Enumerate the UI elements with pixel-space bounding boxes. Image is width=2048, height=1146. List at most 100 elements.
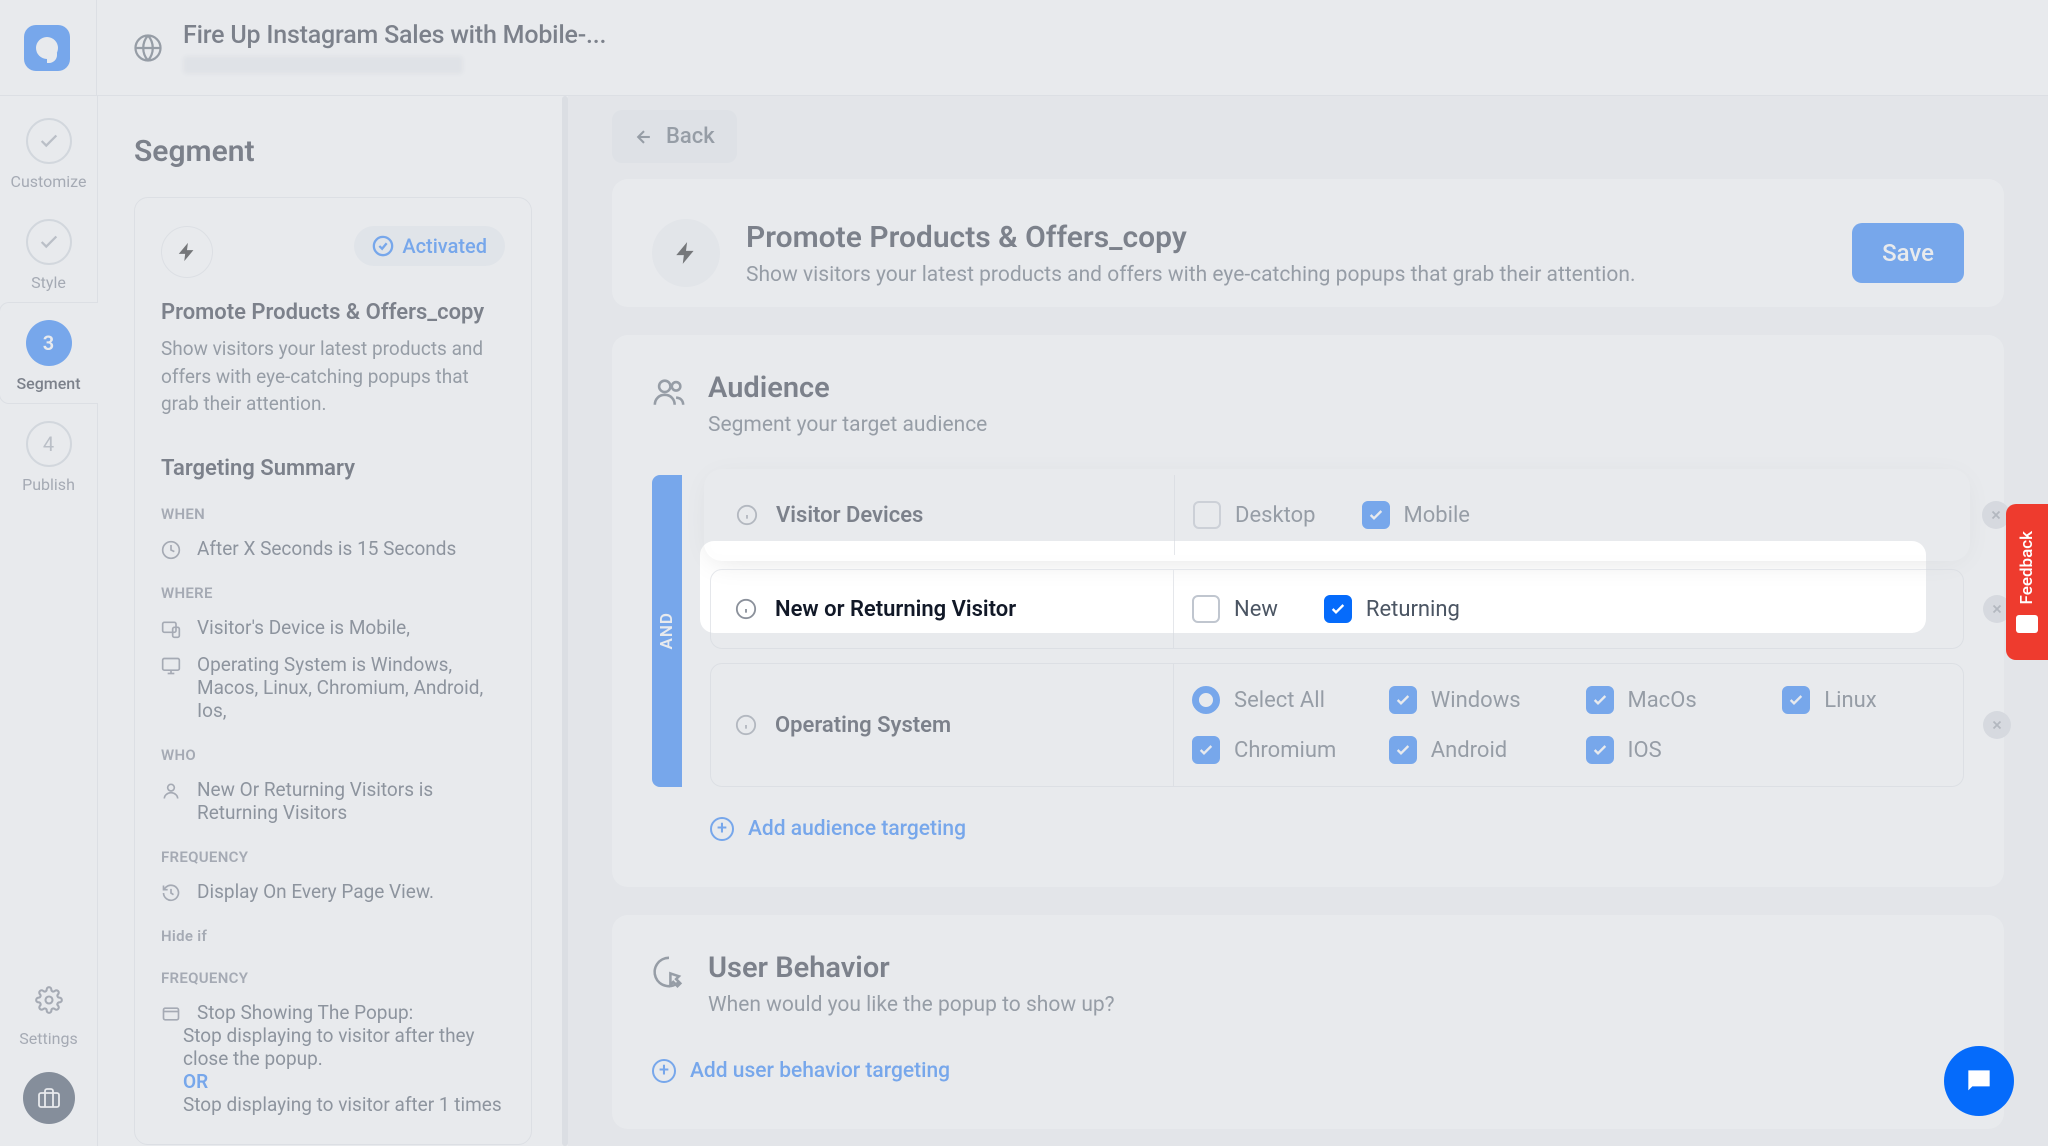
campaign-title: Promote Products & Offers_copy [746,220,1636,255]
option-label: Android [1431,738,1507,763]
targeting-rule: Operating System Select All Windows MacOs L… [710,663,1964,787]
app-logo [24,25,70,71]
audience-title: Audience [708,371,987,405]
freq-label: FREQUENCY [161,848,505,866]
stop-or: OR [183,1070,505,1093]
checkbox-icon [1782,686,1810,714]
step-publish[interactable]: 4 Publish [0,421,98,494]
checkbox-option[interactable]: Android [1389,736,1546,764]
page-subtitle-blur [183,56,463,74]
step-rail: Customize Style 3 Segment 4 Publish Sett… [0,96,98,1146]
audience-icon [652,371,686,409]
save-button[interactable]: Save [1852,223,1964,283]
checkbox-icon [1362,501,1390,529]
feedback-label: Feedback [2017,531,2037,604]
settings-label: Settings [19,1029,77,1048]
and-label: AND [657,612,677,649]
behavior-icon [652,951,686,989]
where-line2: Operating System is Windows, Macos, Linu… [197,653,505,722]
stop-line1: Stop displaying to visitor after they cl… [183,1024,505,1070]
top-bar: Fire Up Instagram Sales with Mobile-... [0,0,2048,96]
option-label: Mobile [1404,503,1470,528]
remove-rule-button[interactable] [1983,711,2011,739]
step-label: Customize [11,172,87,191]
save-label: Save [1882,239,1934,267]
checkbox-option[interactable]: Desktop [1193,501,1316,529]
feedback-icon [2016,615,2038,633]
checkbox-icon [1389,736,1417,764]
who-text: New Or Returning Visitors is Returning V… [197,778,505,824]
info-icon[interactable] [736,504,758,526]
behavior-sub: When would you like the popup to show up… [708,993,1115,1017]
checkbox-option[interactable]: Linux [1782,686,1939,714]
pill-label: Activated [402,234,487,258]
plus-icon: + [710,817,734,841]
checkbox-option[interactable]: Chromium [1192,736,1349,764]
feedback-tab[interactable]: Feedback [2006,504,2048,660]
activated-pill[interactable]: Activated [354,226,505,266]
summary-heading: Targeting Summary [161,456,505,481]
checkbox-icon [1193,501,1221,529]
back-button[interactable]: Back [612,110,737,163]
checkbox-option[interactable]: MacOs [1586,686,1743,714]
radio-option[interactable]: Select All [1192,686,1349,714]
popup-icon [161,1001,183,1116]
add-audience-targeting[interactable]: + Add audience targeting [710,817,1964,841]
checkbox-option[interactable]: Mobile [1362,501,1470,529]
settings-icon[interactable] [26,977,72,1023]
header-card: Promote Products & Offers_copy Show visi… [612,179,2004,307]
back-label: Back [666,124,715,149]
option-label: MacOs [1628,688,1697,713]
rule-label: Visitor Devices [776,503,1156,528]
history-icon [161,880,183,903]
campaign-card: Activated Promote Products & Offers_copy… [134,197,532,1145]
checkbox-icon [1586,686,1614,714]
option-label: Windows [1431,688,1521,713]
add-label: Add user behavior targeting [690,1059,950,1083]
globe-icon[interactable] [133,33,163,63]
when-label: WHEN [161,505,505,523]
stop-title: Stop Showing The Popup: [197,1001,505,1024]
behavior-section: User Behavior When would you like the po… [612,915,2004,1129]
info-icon[interactable] [735,714,757,736]
option-label: Select All [1234,688,1325,713]
step-number: 4 [26,421,72,467]
freq2-label: FREQUENCY [161,969,505,987]
campaign-desc: Show visitors your latest products and o… [161,335,505,418]
hideif-label: Hide if [161,927,505,945]
step-customize[interactable]: Customize [0,118,98,191]
checkbox-icon [1192,736,1220,764]
where-line1: Visitor's Device is Mobile, [197,616,410,639]
panel-heading: Segment [134,134,532,169]
step-segment[interactable]: 3 Segment [0,320,98,393]
when-text: After X Seconds is 15 Seconds [197,537,456,560]
step-style[interactable]: Style [0,219,98,292]
clock-icon [161,537,183,560]
campaign-subtitle: Show visitors your latest products and o… [746,263,1636,287]
spotlight-cutout [700,541,1926,633]
option-label: IOS [1628,738,1662,763]
page-title: Fire Up Instagram Sales with Mobile-... [183,21,606,50]
briefcase-button[interactable] [23,1072,75,1124]
devices-icon [161,616,183,639]
bolt-icon [652,219,720,287]
step-label: Segment [16,374,80,393]
rule-label: Operating System [775,713,1155,738]
chat-fab[interactable] [1944,1046,2014,1116]
plus-icon: + [652,1059,676,1083]
step-label: Publish [22,475,75,494]
campaign-title: Promote Products & Offers_copy [161,300,505,325]
behavior-title: User Behavior [708,951,1115,985]
radio-icon [1192,686,1220,714]
checkbox-option[interactable]: IOS [1586,736,1743,764]
option-label: Linux [1824,688,1876,713]
step-label: Style [31,273,66,292]
where-label: WHERE [161,584,505,602]
user-icon [161,778,183,824]
monitor-icon [161,653,183,722]
checkbox-option[interactable]: Windows [1389,686,1546,714]
and-bar: AND [652,475,682,787]
add-behavior-targeting[interactable]: + Add user behavior targeting [652,1059,1964,1083]
option-label: Chromium [1234,738,1336,763]
add-label: Add audience targeting [748,817,966,841]
